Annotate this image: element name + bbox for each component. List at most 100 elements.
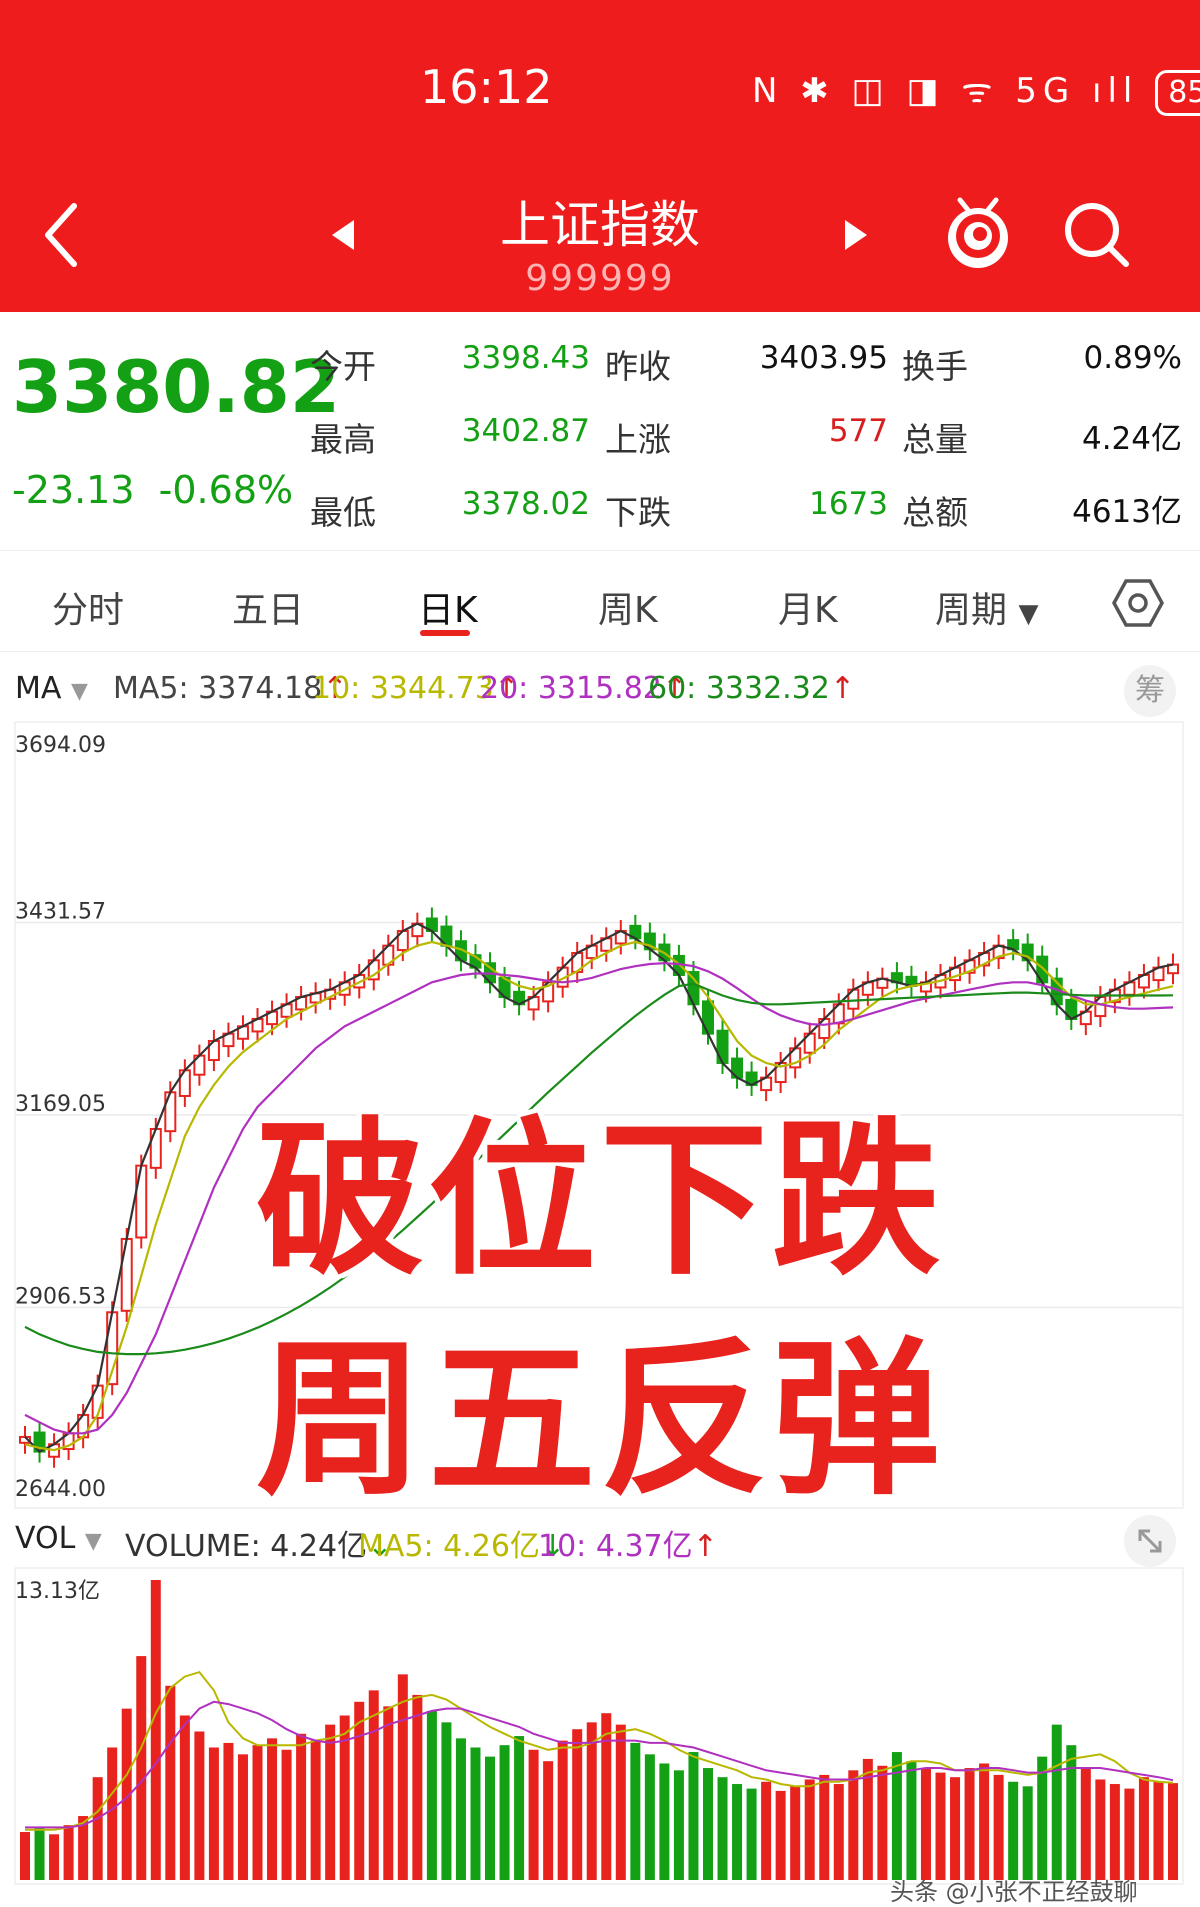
tab-zhouqi[interactable]: 周期 ▼: [935, 581, 1038, 633]
volume-bar: [194, 1731, 205, 1880]
volume-bar: [557, 1740, 568, 1880]
volume-bar: [1124, 1788, 1135, 1880]
volume-bar: [325, 1724, 336, 1880]
search-icon[interactable]: [1062, 200, 1132, 270]
volume-panel-frame: [14, 1567, 1184, 1885]
price-tick-label: 3694.09: [15, 733, 106, 758]
overlay-caption-line1: 破位下跌: [256, 1102, 944, 1298]
quote-label: 最高: [310, 420, 376, 459]
price-tick-label: 3431.57: [15, 899, 106, 924]
volume-bar: [935, 1772, 946, 1880]
tab-rik[interactable]: 日K: [418, 581, 478, 633]
quote-label: 今开: [310, 347, 376, 386]
volume-bar: [34, 1827, 45, 1880]
tab-zhouqi-label: 周期: [935, 590, 1008, 631]
battery-icon: 85: [1155, 70, 1200, 116]
volume-bar: [426, 1710, 437, 1880]
volume-bar: [281, 1749, 292, 1880]
volume-bar: [906, 1761, 917, 1880]
volume-bar: [63, 1825, 74, 1880]
quote-value: 4.24亿: [1081, 421, 1182, 457]
tab-zhouk[interactable]: 周K: [598, 581, 658, 633]
tab-fenshi[interactable]: 分时: [52, 581, 124, 633]
volume-bar: [20, 1832, 30, 1880]
ma60-legend: 60: 3332.32↑: [648, 671, 855, 706]
volume-bar: [514, 1736, 525, 1880]
ma-legend: MA ▼ MA5: 3374.18↑ 10: 3344.73↑ 20: 3315…: [0, 665, 1200, 725]
watermark: 头条 @小张不正经鼓聊: [890, 1878, 1138, 1906]
volume-bar: [1037, 1756, 1048, 1880]
current-price: 3380.82: [12, 345, 340, 429]
volume-bar: [208, 1747, 219, 1880]
ma60-value: 60: 3332.32: [648, 671, 830, 706]
volume-bar: [746, 1788, 757, 1880]
price-change: -23.13 -0.68%: [12, 468, 293, 512]
chip-distribution-button[interactable]: 筹: [1124, 665, 1176, 717]
volume-bar: [223, 1742, 234, 1880]
volume-bar: [441, 1722, 452, 1880]
tab-wuri[interactable]: 五日: [232, 581, 304, 633]
tab-yuek[interactable]: 月K: [778, 581, 838, 633]
ma20-value: 20: 3315.82: [480, 671, 662, 706]
volume-bar: [383, 1706, 394, 1880]
index-code: 999999: [525, 258, 675, 299]
quote-label: 总量: [902, 420, 968, 459]
volume-bar: [761, 1781, 772, 1880]
settings-hexagon-icon[interactable]: [1112, 577, 1164, 629]
ma10-value: 10: 3344.73: [312, 671, 494, 706]
status-icons: N ✱ ◫ ◨ ᯤ 5G ıll 85: [752, 66, 1200, 116]
change-percent: -0.68%: [158, 468, 294, 512]
volume-bar: [543, 1761, 554, 1880]
volume-bar: [136, 1656, 147, 1880]
quote-label: 总额: [902, 493, 968, 532]
volume-bar: [993, 1774, 1004, 1880]
volume-bar: [485, 1756, 496, 1880]
volume-bar: [775, 1790, 786, 1880]
volume-bar: [1008, 1781, 1019, 1880]
volume-bar: [310, 1740, 321, 1880]
quote-value: 0.89%: [1083, 340, 1182, 376]
quote-value: 3403.95: [759, 340, 888, 376]
volume-bar: [179, 1715, 190, 1880]
volume-bar: [979, 1763, 990, 1880]
volume-bar: [601, 1713, 612, 1880]
volume-bar: [252, 1745, 263, 1880]
volume-bar: [702, 1768, 713, 1880]
volume-bar: [1051, 1724, 1062, 1880]
ma-selector[interactable]: MA ▼: [15, 671, 88, 706]
caret-down-icon: ▼: [70, 679, 88, 704]
next-index-icon[interactable]: [843, 218, 869, 252]
quote-value: 3402.87: [461, 413, 590, 449]
volume-bar: [92, 1777, 103, 1880]
volume-bar: [964, 1768, 975, 1880]
period-tabs: 分时 五日 日K 周K 月K 周期 ▼: [0, 550, 1200, 652]
quote-label: 最低: [310, 493, 376, 532]
arrow-up-icon: ↑: [829, 671, 856, 706]
volume-bar: [659, 1763, 670, 1880]
caret-down-icon: ▼: [1018, 599, 1039, 629]
status-time: 16:12: [420, 60, 553, 114]
volume-bar: [1022, 1786, 1033, 1880]
volume-bar: [1138, 1777, 1149, 1880]
status-icons-glyphs: N ✱ ◫ ◨ ᯤ 5G ıll: [752, 71, 1139, 111]
volume-bar: [368, 1690, 379, 1880]
ma5-value: MA5: 3374.18: [113, 671, 323, 706]
quote-value: 577: [828, 413, 888, 449]
volume-bar: [1080, 1768, 1091, 1880]
volume-bar: [615, 1724, 626, 1880]
quote-value: 1673: [809, 486, 888, 522]
volume-bar: [717, 1777, 728, 1880]
volume-bar: [804, 1779, 815, 1880]
volume-bar: [920, 1768, 931, 1880]
volume-bar: [586, 1722, 597, 1880]
mascot-icon[interactable]: [940, 192, 1016, 276]
volume-bar: [470, 1747, 481, 1880]
volume-bar: [150, 1580, 161, 1880]
volume-bar: [1168, 1783, 1178, 1880]
active-tab-indicator: [420, 630, 470, 636]
volume-bar: [267, 1738, 278, 1880]
kline-chart[interactable]: 3694.093431.573169.052906.532644.0013.13…: [0, 720, 1200, 1895]
volume-bar: [107, 1747, 118, 1880]
volume-bar: [499, 1745, 510, 1880]
change-value: -23.13: [12, 468, 135, 512]
